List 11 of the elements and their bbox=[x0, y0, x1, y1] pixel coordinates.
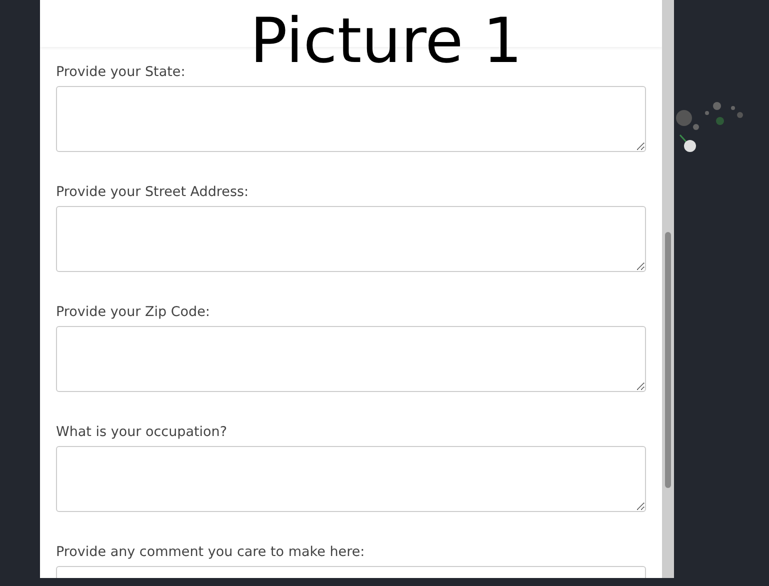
scrollbar-thumb[interactable] bbox=[665, 232, 671, 488]
field-label: Provide your Zip Code: bbox=[56, 303, 211, 322]
overlay-title: Picture 1 bbox=[250, 4, 522, 78]
field-label: Provide any comment you care to make here: bbox=[56, 543, 366, 562]
field-label: Provide your Street Address: bbox=[56, 183, 250, 202]
field-label: Provide your State: bbox=[56, 63, 186, 82]
field-label: What is your occupation? bbox=[56, 423, 228, 442]
text-area[interactable] bbox=[56, 326, 646, 392]
text-area[interactable] bbox=[56, 446, 646, 512]
text-area[interactable] bbox=[56, 206, 646, 272]
text-area[interactable] bbox=[56, 86, 646, 152]
